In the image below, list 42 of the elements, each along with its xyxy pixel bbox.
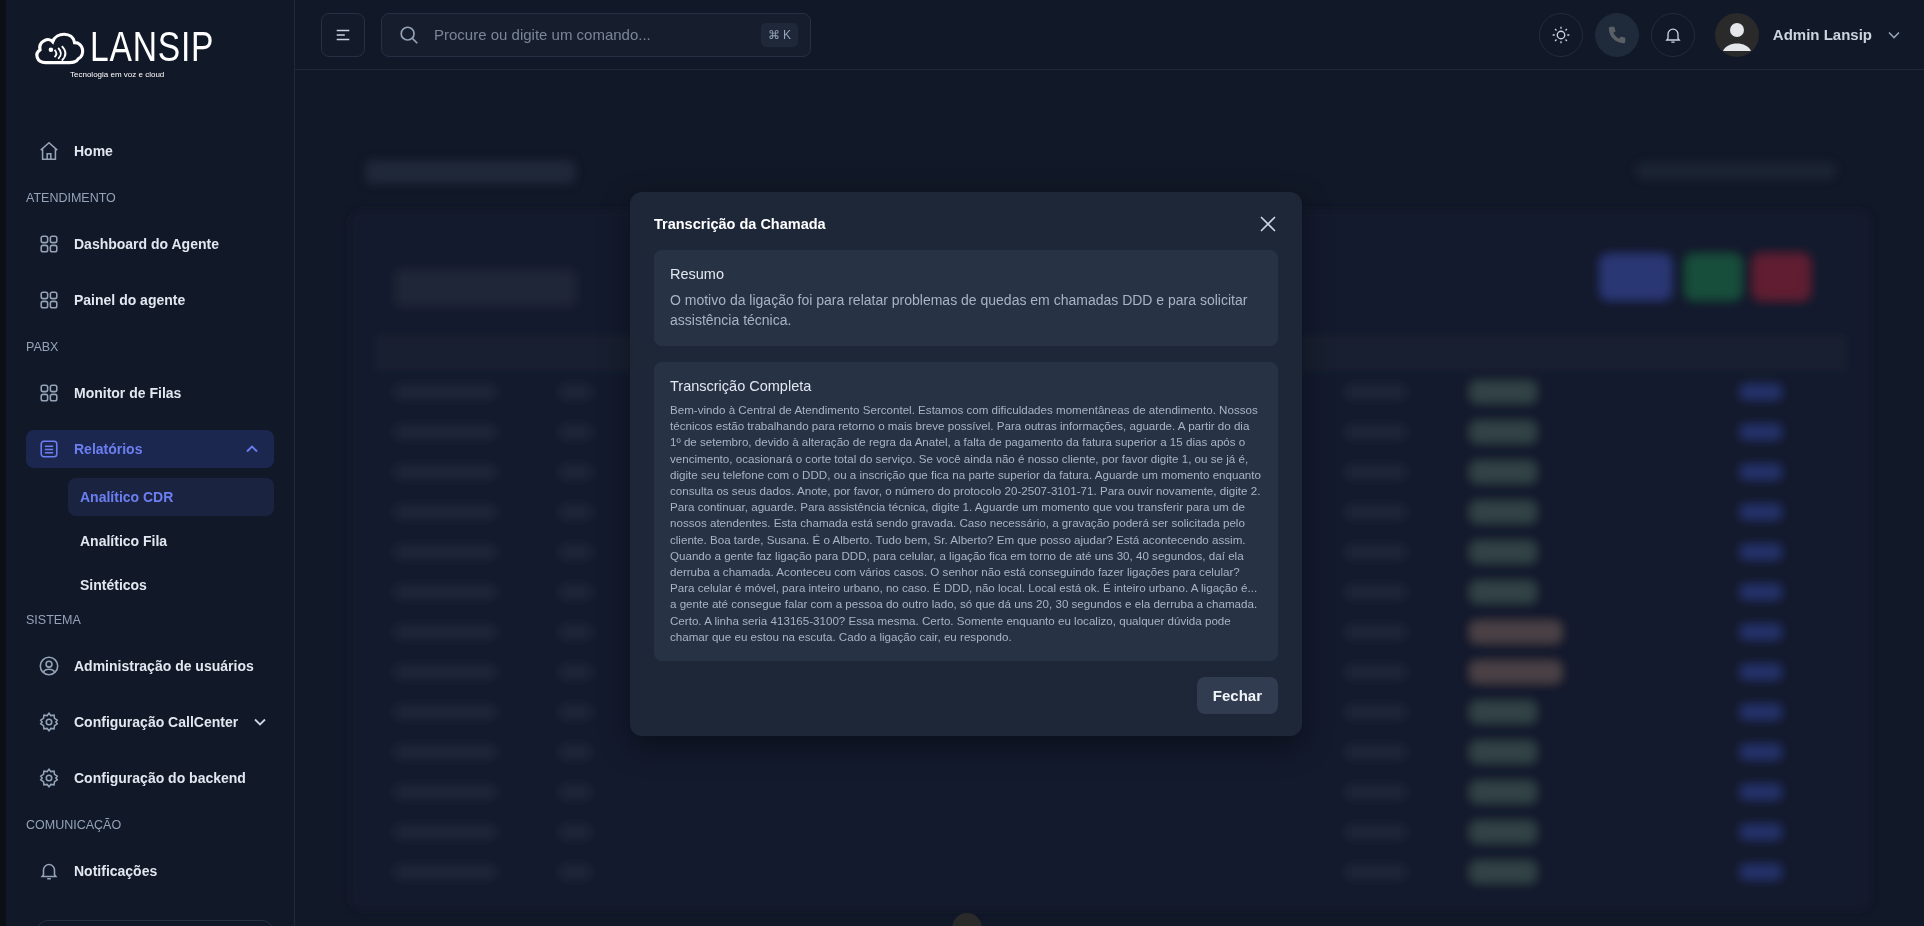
section-heading: ATENDIMENTO [26, 190, 117, 207]
avatar [1714, 12, 1759, 57]
logo-wordmark: LANSIP [90, 26, 215, 68]
nav-item[interactable]: Painel do agente [26, 281, 274, 319]
nav-item[interactable]: Home [26, 132, 274, 170]
nav-item[interactable]: Configuração do backend [26, 759, 274, 797]
gear-icon [38, 767, 60, 789]
user-icon [38, 655, 60, 677]
grid-icon [38, 382, 60, 404]
nav-item[interactable]: Relatórios [26, 430, 274, 468]
nav-subitem[interactable]: Sintéticos [68, 566, 274, 604]
nav-subitem[interactable]: Analítico Fila [68, 522, 274, 560]
search-icon [398, 23, 420, 46]
card-heading: Transcrição Completa [670, 377, 813, 394]
sun-icon [1550, 24, 1571, 45]
nav-item[interactable]: Notificações [26, 852, 274, 890]
nav-item[interactable]: Dashboard do Agente [26, 225, 274, 263]
card-text: Bem-vindo à Central de Atendimento Sercontel. Estamos com dificuldades momentâneas de atendimento. Nossos técnicos estão trabalhando para retorno o mais breve possível. Para outras informações, aguarde. A partir do dia 1º de setembro, devido à alteração de regra da Anatel, a falta de pagamento da fatura superior a 15 dias após o vencimento, ocasionará o corte total do serviço. Se você ainda não é nosso cliente, por favor digite 1, ou se já é, digite seu telefone com o DDD, ou a inscrição que fica na parte superior da fatura. Aguarde um momento enquanto consulta os seus dados. Anote, por favor, o número do protocolo 20-2507-3101-71. Para ouvir novamente, digite 2. Para continuar, aguarde. Para assistência técnica, digite 1. Aguarde um momento que vou transferir para um de nossos atendentes. Esta chamada está sendo gravada. Caso necessário, a gravação poderá ser solicitada pelo cliente. Boa tarde, Susana. É o Alberto. Tudo bem, Sr. Alberto? Em que posso ajudar? Está acontecendo assim. Quando a gente faz ligação para DDD, para celular, a ligação fica em torno de até uns 30, 40 segundos, daí ela derruba a chamada. Aconteceu com vários casos. O senhor não está conseguindo fazer ligações para celular? Para celular é móvel, para inteiro urbano, no caso. É DDD, não local. Local está ok. É inteiro urbano. A ligação é... a gente até consegue falar com a pessoa do outro lado, só que dá uns 20, 30 segundos e ela derruba a chamada. Certo. A linha seria 413165-3100? Essa mesma. Certo. Somente enquanto eu localizo, qualquer dúvida pode chamar que eu estou na escuta. Cado a ligação cair, eu respondo. [670, 401, 1262, 645]
close-dialog-button[interactable]: Fechar [1196, 677, 1278, 714]
menu-button[interactable] [321, 12, 365, 57]
grid-icon [38, 289, 60, 311]
nav-item[interactable]: Monitor de Filas [26, 374, 274, 412]
section-heading: SISTEMA [26, 612, 82, 629]
home-icon [38, 140, 60, 162]
section-heading: COMUNICAÇÃO [26, 817, 123, 834]
list-icon [38, 438, 60, 460]
card-text: O motivo da ligação foi para relatar problemas de quedas em chamadas DDD e para solicitar assistência técnica. [670, 290, 1249, 330]
search-field[interactable]: Procure ou digite um comando... [432, 25, 749, 44]
close-icon [1258, 213, 1278, 234]
dialog-title: Transcrição da Chamada [654, 215, 826, 232]
nav-item[interactable]: Configuração CallCenter [26, 703, 274, 741]
search-bar[interactable]: Procure ou digite um comando... ⌘ K [381, 12, 811, 57]
shortcut-hint: ⌘ K [760, 22, 798, 47]
gear-icon [38, 711, 60, 733]
card-heading: Resumo [670, 265, 725, 282]
logo-tagline: Tecnologia em voz e cloud [70, 70, 165, 79]
grid-icon [38, 233, 60, 255]
close-button[interactable] [1258, 213, 1278, 234]
section-heading: PABX [26, 339, 60, 356]
user-menu[interactable]: Admin Lansip [1714, 12, 1902, 57]
nav-item[interactable]: Administração de usuários [26, 647, 274, 685]
nav-subitem[interactable]: Analítico CDR [68, 478, 274, 516]
